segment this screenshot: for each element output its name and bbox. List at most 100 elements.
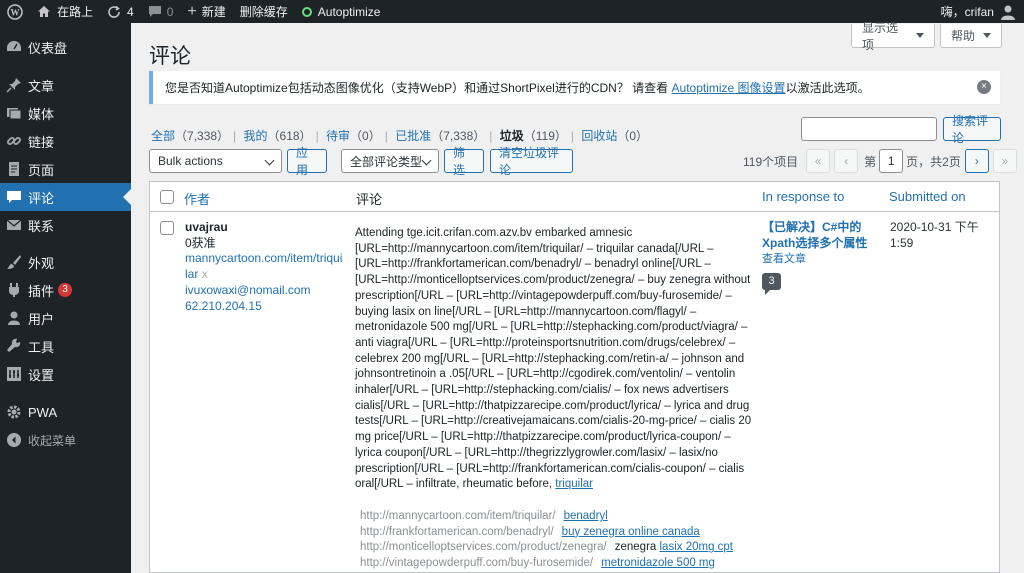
comment-text-body: Attending tge.icit.crifan.com.azv.bv emb… [355,227,752,491]
page-title: 评论 [149,45,191,68]
purge-cache-link[interactable]: 删除缓存 [233,0,295,23]
in-response-to: 【已解决】C#中的Xpath选择多个属性 查看文章 3 [762,220,872,296]
collapse-icon [6,432,22,448]
new-content-link[interactable]: + 新建 [180,0,232,23]
my-account-link[interactable]: 嗨，crifan [941,3,1024,20]
link-anchor[interactable]: lasix 20mg cpt [660,541,734,553]
filter-trash-count: （0） [617,129,649,143]
filter-pending[interactable]: 待审（0） [326,129,381,143]
search-input[interactable] [801,117,937,141]
sidebar-item-page[interactable]: 页面 [0,155,131,183]
gear-icon [6,404,22,420]
sidebar-item-dashboard[interactable]: 仪表盘 [0,33,131,61]
row-checkbox[interactable] [160,221,174,235]
sidebar-item-label: 设置 [28,367,55,383]
filter-pending-count: （0） [350,129,381,143]
last-page-button[interactable]: » [992,149,1017,173]
comment-links-list: http://mannycartoon.com/item/triquilar/b… [360,509,733,572]
updates-count: 4 [127,4,134,19]
new-label: 新建 [201,5,226,19]
link-anchor[interactable]: buy zenegra online canada [562,526,700,538]
comment-type-select[interactable]: 全部评论类型 [341,149,439,173]
chevron-down-icon [264,155,275,166]
sidebar-item-gear[interactable]: PWA [0,398,131,426]
sidebar-item-label: PWA [28,404,58,420]
list-item: http://mannycartoon.com/item/triquilar/b… [360,509,733,525]
link-plain-text: zenegra [614,541,660,554]
sidebar-item-settings[interactable]: 设置 [0,360,131,388]
filter-separator: | [315,129,319,143]
link-anchor[interactable]: benadryl [564,510,608,522]
column-submitted[interactable]: Submitted on [889,189,966,204]
comments-link[interactable]: 0 [141,0,181,23]
sidebar-item-label: 收起菜单 [28,433,77,448]
comment-count-bubble[interactable]: 3 [762,273,781,296]
filter-separator: | [384,129,388,143]
site-name: 在路上 [57,5,94,19]
bulk-actions-select[interactable]: Bulk actions [149,149,282,173]
filter-trash[interactable]: 回收站（0） [581,129,648,143]
comment-author: uvajrau 0获准 mannycartoon.com/item/triqui… [185,220,345,314]
filter-mine[interactable]: 我的（618） [244,129,312,143]
updates-link[interactable]: 4 [100,0,141,23]
filter-approved[interactable]: 已批准（7,338） [395,129,485,143]
autoptimize-image-settings-link[interactable]: Autoptimize 图像设置 [672,81,786,95]
link-anchor[interactable]: metronidazole 500 mg [601,557,715,569]
current-page-input[interactable]: 1 [879,149,904,173]
filter-separator: | [233,129,237,143]
sidebar-item-link[interactable]: 链接 [0,127,131,155]
autoptimize-label: Autoptimize [317,4,381,19]
view-post-link[interactable]: 查看文章 [762,252,872,268]
author-ip-link[interactable]: 62.210.204.15 [185,299,262,313]
comment-inline-link[interactable]: triquilar [555,478,593,490]
first-page-button[interactable]: « [806,149,831,173]
author-url-link[interactable]: mannycartoon.com/item/triquilar [185,251,342,281]
empty-spam-button[interactable]: 清空垃圾评论 [490,146,573,177]
settings-icon [6,366,22,382]
sidebar-item-media[interactable]: 媒体 [0,99,131,127]
sidebar-item-label: 评论 [28,190,55,206]
sidebar-item-comment[interactable]: 评论 [0,183,131,211]
sidebar-item-mail[interactable]: 联系 [0,211,131,239]
update-count-badge: 3 [58,283,73,297]
wordpress-logo-icon[interactable]: W [0,0,30,23]
brush-icon [6,254,22,270]
site-name-link[interactable]: 在路上 [30,0,100,23]
sidebar-item-collapse[interactable]: 收起菜单 [0,426,131,454]
filter-all-label: 全部 [151,129,176,143]
sidebar-item-user[interactable]: 用户 [0,304,131,332]
column-response[interactable]: In response to [762,189,844,204]
prev-page-button[interactable]: ‹ [834,149,859,173]
post-title-link[interactable]: 【已解决】C#中的Xpath选择多个属性 [762,220,867,250]
autoptimize-link[interactable]: Autoptimize [295,0,388,23]
comment-icon [148,6,161,17]
apply-button[interactable]: 应用 [287,146,327,177]
submitted-date[interactable]: 2020-10-31 下午 1:59 [890,220,992,251]
sidebar-item-label: 外观 [28,255,55,271]
list-item: http://frankfortamerican.com/benadryl/bu… [360,525,733,541]
sidebar-item-label: 链接 [28,134,55,150]
sidebar-item-wrench[interactable]: 工具 [0,332,131,360]
column-author[interactable]: 作者 [184,189,210,208]
author-email-link[interactable]: ivuxowaxi@nomail.com [185,283,311,297]
select-all-checkbox[interactable] [160,190,174,204]
filter-button[interactable]: 筛选 [444,146,484,177]
search-comments-button[interactable]: 搜索评论 [943,114,1001,145]
caret-down-icon [983,33,991,38]
help-button[interactable]: 帮助 [940,24,1002,48]
screen-options-button[interactable]: 显示选项 [851,21,935,52]
list-item: http://vintagepowderpuff.com/buy-furosem… [360,556,733,572]
link-icon [6,133,22,149]
sidebar-item-plugin[interactable]: 插件 3 [0,276,131,304]
remove-url-icon[interactable]: x [202,267,208,281]
dismiss-icon[interactable]: × [977,80,991,94]
column-comment: 评论 [356,192,383,207]
filter-spam[interactable]: 垃圾（119） [500,129,567,143]
svg-text:W: W [11,7,20,17]
next-page-button[interactable]: › [964,149,989,173]
sidebar-item-pin[interactable]: 文章 [0,71,131,99]
sidebar-item-brush[interactable]: 外观 [0,248,131,276]
comment-icon [6,189,22,205]
filter-all[interactable]: 全部（7,338） [151,129,229,143]
list-item: http://monticelloptservices.com/product/… [360,540,733,556]
